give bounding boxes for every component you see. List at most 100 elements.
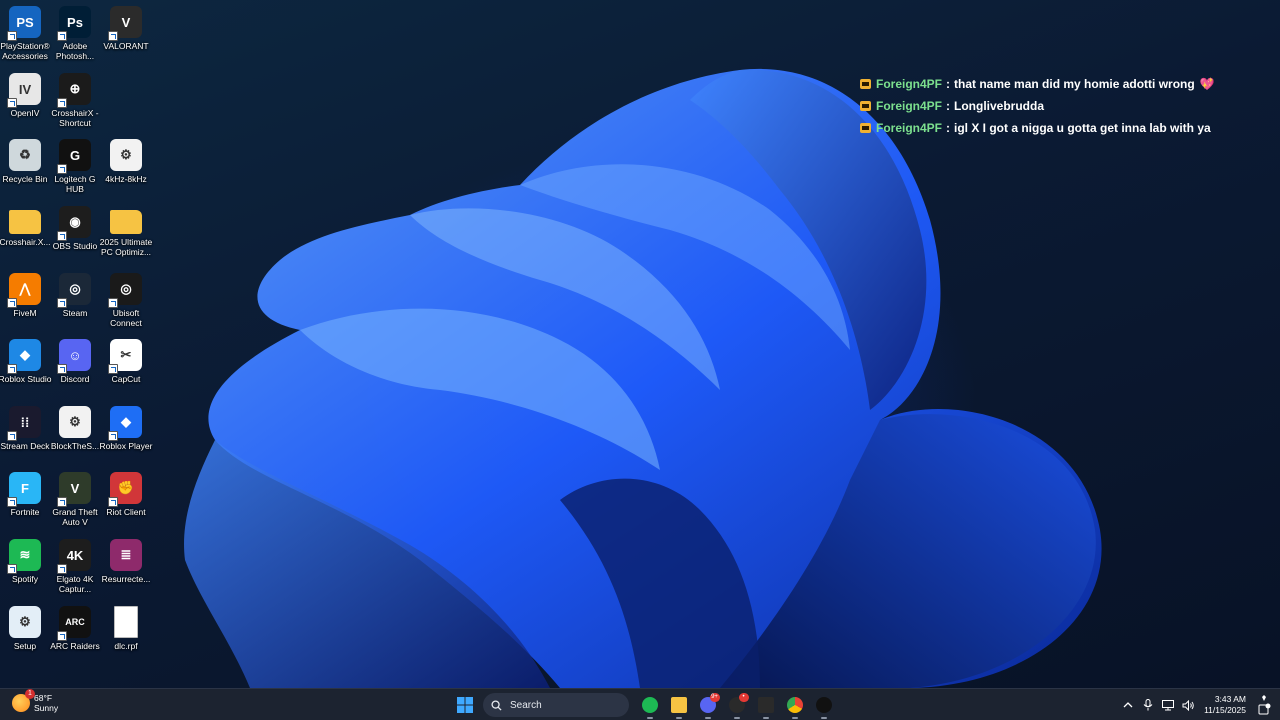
shortcut-arrow-icon (57, 98, 67, 108)
shortcut-arrow-icon (108, 431, 118, 441)
microphone-button[interactable] (1138, 689, 1158, 720)
shortcut-arrow-icon (57, 31, 67, 41)
clock-date: 11/15/2025 (1204, 705, 1246, 715)
setup-icon: ⚙ (9, 606, 41, 638)
desktop-icon[interactable]: V VALORANT (96, 2, 156, 66)
fivem-icon: ⋀ (7, 273, 41, 308)
system-tray: 3:43 AM 11/15/2025 (1118, 689, 1280, 720)
network-icon (1162, 699, 1175, 710)
taskbar-app-obs-studio[interactable]: • (724, 692, 750, 719)
shortcut-arrow-icon (108, 298, 118, 308)
desktop-icon-label: CapCut (111, 374, 141, 384)
search-icon (491, 699, 502, 711)
desktop-icon-label: Roblox Player (99, 441, 153, 451)
weather-alert-badge: 1 (25, 689, 35, 699)
clock[interactable]: 3:43 AM 11/15/2025 (1204, 694, 1246, 716)
weather-condition: Sunny (34, 703, 59, 713)
epic-games-icon (757, 697, 774, 713)
desktop-icon[interactable]: ◎ Ubisoft Connect (96, 269, 156, 333)
taskbar: 1 68°F Sunny Search 9+ • 3:43 AM 11/15/2… (0, 688, 1280, 720)
taskbar-app-spotify[interactable] (637, 692, 663, 719)
desktop[interactable]: PS PlayStation® Accessories Ps Adobe Photos… (0, 0, 1280, 688)
windows-logo-icon (456, 697, 473, 713)
moderator-badge-icon (860, 79, 871, 89)
icon-glyph: G (69, 147, 81, 163)
icon-glyph: ◉ (69, 214, 81, 229)
shortcut-arrow-icon (7, 364, 17, 374)
desktop-icon[interactable]: dlc.rpf (96, 602, 156, 666)
shortcut-arrow-icon (57, 231, 67, 241)
start-button[interactable] (452, 692, 478, 718)
folder-icon (670, 697, 687, 713)
chat-username: Foreign4PF (876, 121, 943, 135)
shortcut-arrow-icon (57, 364, 67, 374)
chat-message: Foreign4PF : that name man did my homie … (860, 73, 1215, 95)
icon-glyph: Ps (67, 14, 83, 30)
logitech-ghub-icon: G (57, 139, 91, 174)
spotify-icon (641, 697, 658, 713)
icon-glyph: ◆ (20, 347, 30, 362)
moderator-badge-icon (860, 101, 871, 111)
desktop-icon-label: dlc.rpf (114, 641, 138, 651)
capcut-icon: ✂ (108, 339, 142, 374)
icon-glyph: ⚙ (120, 147, 132, 162)
shortcut-arrow-icon (7, 98, 17, 108)
notifications-button[interactable] (1254, 689, 1274, 720)
settings-file-icon: ⚙ (110, 139, 142, 171)
fortnite-icon: F (7, 472, 41, 507)
elgato-4k-icon: 4K (57, 539, 91, 574)
volume-button[interactable] (1178, 689, 1198, 720)
taskbar-app-epic-games[interactable] (753, 692, 779, 719)
chat-overlay: Foreign4PF : that name man did my homie … (860, 73, 1215, 139)
show-hidden-icons-button[interactable] (1118, 689, 1138, 720)
unread-badge: 9+ (709, 693, 720, 702)
unread-badge: • (738, 693, 749, 702)
desktop-icon[interactable]: ⊕ CrosshairX - Shortcut (45, 69, 105, 133)
running-indicator (675, 717, 682, 719)
shortcut-arrow-icon (108, 364, 118, 374)
chat-separator: : (946, 77, 951, 91)
chat-username: Foreign4PF (876, 99, 943, 113)
desktop-icon[interactable]: ✊ Riot Client (96, 468, 156, 532)
recycle-bin-icon: ♻ (9, 139, 41, 171)
icon-glyph: ARC (65, 617, 85, 627)
icon-glyph: ◆ (121, 414, 131, 429)
desktop-icon[interactable]: 2025 Ultimate PC Optimiz... (96, 202, 156, 266)
chat-message: Foreign4PF : igl X I got a nigga u gotta… (860, 117, 1215, 139)
shortcut-arrow-icon (7, 431, 17, 441)
desktop-icon[interactable]: ≣ Resurrecte... (96, 535, 156, 599)
taskbar-app-file-explorer[interactable] (666, 692, 692, 719)
shortcut-arrow-icon (57, 564, 67, 574)
taskbar-app-logitech-ghub[interactable] (811, 692, 837, 719)
chevron-up-icon (1123, 702, 1133, 708)
gta-v-icon: V (57, 472, 91, 507)
desktop-icon[interactable]: ⚙ 4kHz-8kHz (96, 135, 156, 199)
running-indicator (762, 717, 769, 719)
desktop-icon-label: 4kHz-8kHz (105, 174, 147, 184)
ubisoft-icon: ◎ (108, 273, 142, 308)
taskbar-center: Search 9+ • (450, 692, 838, 719)
speaker-icon (1182, 699, 1194, 711)
desktop-icon-label: VALORANT (103, 41, 149, 51)
icon-glyph: PS (16, 14, 34, 30)
desktop-icon[interactable]: ✂ CapCut (96, 335, 156, 399)
desktop-icon[interactable]: ◆ Roblox Player (96, 402, 156, 466)
shortcut-arrow-icon (7, 564, 17, 574)
chat-message: Foreign4PF : Longlivebrudda (860, 95, 1215, 117)
weather-widget[interactable]: 1 68°F Sunny (12, 689, 59, 713)
clock-time: 3:43 AM (1214, 694, 1246, 704)
icon-glyph: ◎ (120, 281, 132, 296)
network-button[interactable] (1158, 689, 1178, 720)
shortcut-arrow-icon (108, 31, 118, 41)
search-placeholder: Search (510, 699, 542, 711)
file-icon (114, 606, 138, 638)
roblox-player-icon: ◆ (108, 406, 142, 441)
taskbar-app-chrome[interactable] (782, 692, 808, 719)
chat-separator: : (946, 121, 951, 135)
chrome-icon (786, 697, 803, 713)
photoshop-icon: Ps (57, 6, 91, 41)
steam-icon: ◎ (57, 273, 91, 308)
taskbar-app-discord[interactable]: 9+ (695, 692, 721, 719)
icon-glyph: ✂ (120, 347, 132, 362)
taskbar-search[interactable]: Search (483, 693, 629, 717)
